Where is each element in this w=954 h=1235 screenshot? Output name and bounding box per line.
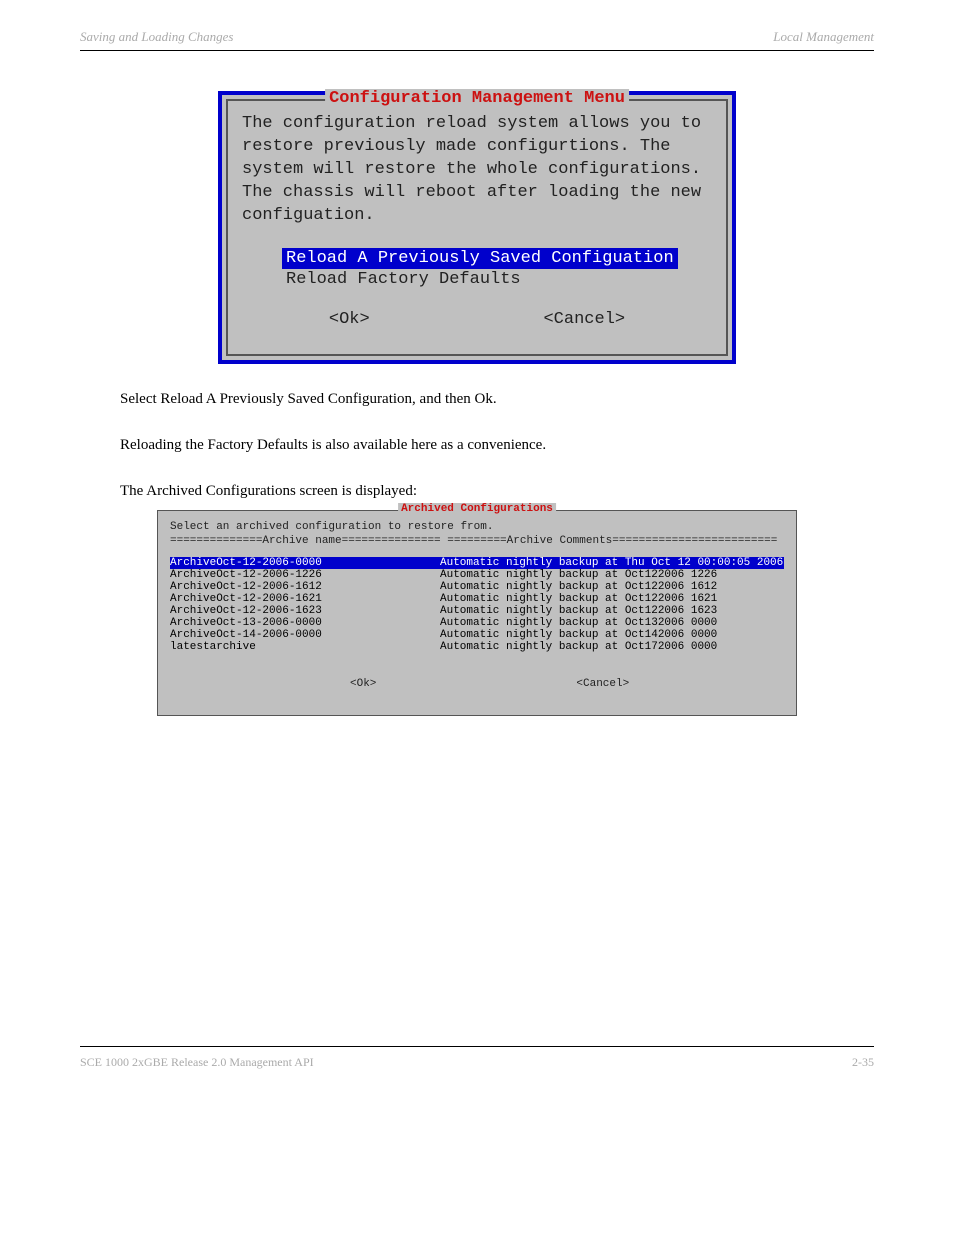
menu-options: Reload A Previously Saved Configuation R… [282,248,712,290]
dialog-description: The configuration reload system allows y… [242,113,712,228]
archive-row[interactable]: ArchiveOct-13-2006-0000Automatic nightly… [170,617,784,629]
footer-right: 2-35 [852,1055,874,1070]
archive-name: ArchiveOct-12-2006-1621 [170,593,440,605]
archive-name: ArchiveOct-12-2006-1226 [170,569,440,581]
archive-dialog-desc: Select an archived configuration to rest… [170,521,784,533]
archive-cancel-button[interactable]: <Cancel> [576,678,629,690]
archive-comment: Automatic nightly backup at Oct122006 16… [440,581,784,593]
archive-row[interactable]: ArchiveOct-14-2006-0000Automatic nightly… [170,629,784,641]
archive-ok-button[interactable]: <Ok> [350,678,376,690]
cancel-button[interactable]: <Cancel> [543,310,625,329]
instruction-archived-screen: The Archived Configurations screen is di… [120,481,874,502]
archive-row[interactable]: ArchiveOct-12-2006-1612Automatic nightly… [170,581,784,593]
archive-name: ArchiveOct-13-2006-0000 [170,617,440,629]
archive-comment: Automatic nightly backup at Thu Oct 12 0… [440,557,784,569]
archive-comment: Automatic nightly backup at Oct122006 16… [440,593,784,605]
menu-item-reload-saved[interactable]: Reload A Previously Saved Configuation [282,248,678,269]
dialog-title: Configuration Management Menu [325,89,629,108]
archive-name: ArchiveOct-14-2006-0000 [170,629,440,641]
archive-row[interactable]: ArchiveOct-12-2006-0000Automatic nightly… [170,557,784,569]
ok-button[interactable]: <Ok> [329,310,370,329]
archive-name: ArchiveOct-12-2006-1612 [170,581,440,593]
archive-list: ArchiveOct-12-2006-0000Automatic nightly… [170,557,784,653]
archive-dialog-title: Archived Configurations [398,503,556,515]
archive-comment: Automatic nightly backup at Oct172006 00… [440,641,784,653]
header-right: Local Management [773,29,874,45]
archive-name: ArchiveOct-12-2006-0000 [170,557,440,569]
archive-name: latestarchive [170,641,440,653]
archive-row[interactable]: ArchiveOct-12-2006-1623Automatic nightly… [170,605,784,617]
menu-item-factory-defaults[interactable]: Reload Factory Defaults [282,269,525,290]
archive-comment: Automatic nightly backup at Oct142006 00… [440,629,784,641]
archive-row[interactable]: ArchiveOct-12-2006-1621Automatic nightly… [170,593,784,605]
archive-columns-header: ==============Archive name==============… [170,535,784,547]
footer-left: SCE 1000 2xGBE Release 2.0 Management AP… [80,1055,314,1070]
header-left: Saving and Loading Changes [80,29,233,45]
instruction-factory-defaults: Reloading the Factory Defaults is also a… [120,435,874,456]
archive-row[interactable]: ArchiveOct-12-2006-1226Automatic nightly… [170,569,784,581]
archive-comment: Automatic nightly backup at Oct122006 16… [440,605,784,617]
instruction-select-reload: Select Reload A Previously Saved Configu… [120,389,874,410]
page-footer: SCE 1000 2xGBE Release 2.0 Management AP… [80,1046,874,1070]
archive-comment: Automatic nightly backup at Oct122006 12… [440,569,784,581]
archive-row[interactable]: latestarchiveAutomatic nightly backup at… [170,641,784,653]
archive-comment: Automatic nightly backup at Oct132006 00… [440,617,784,629]
archive-name: ArchiveOct-12-2006-1623 [170,605,440,617]
archived-configs-dialog: Archived Configurations Select an archiv… [157,510,797,716]
config-menu-dialog: Configuration Management Menu The config… [218,91,736,364]
